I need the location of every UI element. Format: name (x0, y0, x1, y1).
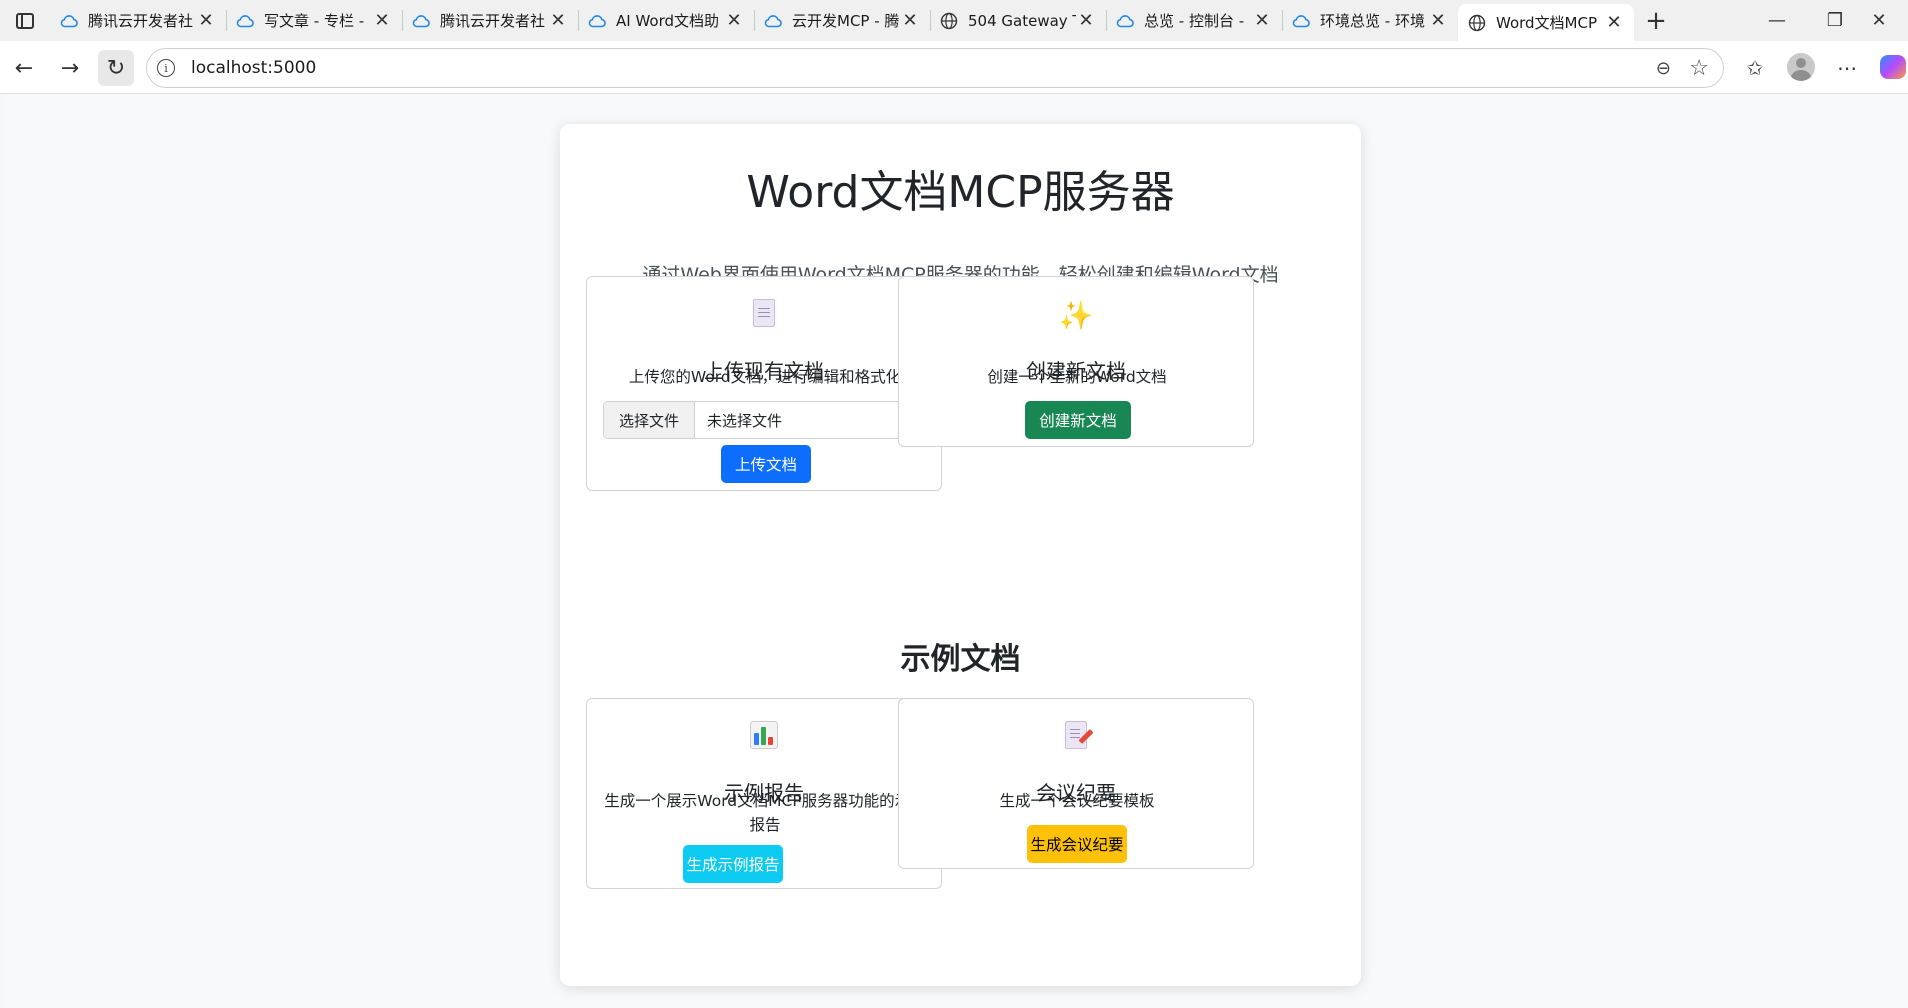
favorites-icon[interactable]: ✩ (1740, 53, 1770, 83)
copilot-icon[interactable] (1880, 55, 1906, 79)
page-viewport: Word文档MCP服务器 通过Web界面使用Word文档MCP服务器的功能，轻松… (4, 94, 1908, 1008)
tab-title: 504 Gateway Ti (968, 11, 1076, 30)
cloud-icon (1116, 12, 1134, 30)
close-icon[interactable]: ✕ (1604, 12, 1624, 33)
tab-title: AI Word文档助 (616, 12, 720, 30)
close-icon[interactable]: ✕ (1076, 10, 1096, 31)
memo-icon (899, 721, 1253, 756)
upload-button[interactable]: 上传文档 (721, 445, 811, 483)
generate-report-button[interactable]: 生成示例报告 (683, 845, 783, 883)
create-document-button[interactable]: 创建新文档 (1025, 401, 1131, 439)
zoom-out-icon[interactable]: ⊖ (1656, 58, 1671, 79)
favorite-star-icon[interactable]: ☆ (1689, 56, 1709, 81)
browser-tab[interactable]: 腾讯云开发者社 ✕ (50, 0, 226, 41)
more-options-icon[interactable]: ⋯ (1832, 53, 1862, 83)
main-container: Word文档MCP服务器 通过Web界面使用Word文档MCP服务器的功能，轻松… (560, 124, 1361, 986)
address-bar[interactable]: i localhost:5000 ⊖ ☆ (146, 48, 1724, 88)
browser-tab[interactable]: 写文章 - 专栏 - ✕ (226, 0, 402, 41)
tab-title: 写文章 - 专栏 - (264, 12, 365, 30)
refresh-button[interactable]: ↻ (98, 50, 134, 86)
cloud-icon (236, 12, 254, 30)
card-description: 生成一个展示Word文档MCP服务器功能的示例报告 (604, 792, 926, 834)
close-icon[interactable]: ✕ (1428, 10, 1448, 31)
browser-tab[interactable]: AI Word文档助 ✕ (578, 0, 754, 41)
cloud-icon (764, 12, 782, 30)
meeting-minutes-card: 会议纪要 生成一个会议纪要模板 生成会议纪要 (898, 698, 1254, 869)
document-icon (587, 299, 941, 334)
close-icon[interactable]: ✕ (724, 10, 744, 31)
sample-report-card: 示例报告 生成一个展示Word文档MCP服务器功能的示例报告 生成示例报告 (586, 698, 942, 889)
page-title: Word文档MCP服务器 (746, 167, 1175, 218)
browser-tab[interactable]: 环境总览 - 环境 ✕ (1282, 0, 1458, 41)
info-icon[interactable]: i (157, 59, 175, 77)
tab-title: 环境总览 - 环境 (1320, 12, 1425, 30)
bar-chart-icon (587, 721, 941, 756)
minimize-button[interactable]: — (1748, 0, 1806, 41)
tab-title: 总览 - 控制台 - (1144, 12, 1245, 30)
browser-tab[interactable]: 504 Gateway Ti ✕ (930, 0, 1106, 41)
forward-button[interactable]: → (52, 50, 88, 86)
profile-avatar[interactable] (1787, 53, 1815, 81)
browser-toolbar: ← → ↻ i localhost:5000 ⊖ ☆ ✩ ⋯ (0, 41, 1908, 94)
tab-title: 腾讯云开发者社 (88, 12, 194, 30)
upload-card: 上传现有文档 上传您的Word文档，进行编辑和格式化 选择文件 未选择文件 上传… (586, 276, 942, 491)
cloud-icon (412, 12, 430, 30)
close-icon[interactable]: ✕ (900, 10, 920, 31)
browser-tab[interactable]: 腾讯云开发者社 ✕ (402, 0, 578, 41)
close-icon[interactable]: ✕ (1252, 10, 1272, 31)
generate-minutes-button[interactable]: 生成会议纪要 (1027, 825, 1127, 863)
globe-icon (1468, 14, 1486, 32)
choose-file-button[interactable]: 选择文件 (604, 402, 695, 438)
file-status: 未选择文件 (707, 411, 783, 430)
browser-tab[interactable]: 云开发MCP - 腾 ✕ (754, 0, 930, 41)
url-text[interactable]: localhost:5000 (191, 58, 316, 78)
card-description: 上传您的Word文档，进行编辑和格式化 (628, 368, 902, 386)
examples-title: 示例文档 (900, 642, 1021, 677)
new-tab-button[interactable]: + (1634, 0, 1678, 41)
card-description: 生成一个会议纪要模板 (999, 792, 1155, 810)
close-icon[interactable]: ✕ (196, 10, 216, 31)
browser-tab[interactable]: 总览 - 控制台 - ✕ (1106, 0, 1282, 41)
close-window-button[interactable]: ✕ (1850, 0, 1908, 41)
tab-actions-icon[interactable] (0, 0, 50, 41)
browser-tab-active[interactable]: Word文档MCP ✕ (1458, 4, 1634, 41)
tab-title: Word文档MCP (1496, 14, 1598, 32)
sparkles-icon: ✨ (1058, 299, 1094, 332)
tab-title: 云开发MCP - 腾 (792, 12, 900, 30)
cloud-icon (1292, 12, 1310, 30)
card-description: 创建一个全新的Word文档 (987, 368, 1167, 386)
close-icon[interactable]: ✕ (548, 10, 568, 31)
tab-bar: 腾讯云开发者社 ✕ 写文章 - 专栏 - ✕ 腾讯云开发者社 ✕ AI Word… (0, 0, 1908, 41)
back-button[interactable]: ← (6, 50, 42, 86)
file-input[interactable]: 选择文件 未选择文件 (603, 401, 927, 439)
tab-title: 腾讯云开发者社 (440, 12, 546, 30)
cloud-icon (588, 12, 606, 30)
globe-icon (940, 12, 958, 30)
cloud-icon (60, 12, 78, 30)
create-card: ✨ 创建新文档 创建一个全新的Word文档 创建新文档 (898, 276, 1254, 447)
close-icon[interactable]: ✕ (372, 10, 392, 31)
